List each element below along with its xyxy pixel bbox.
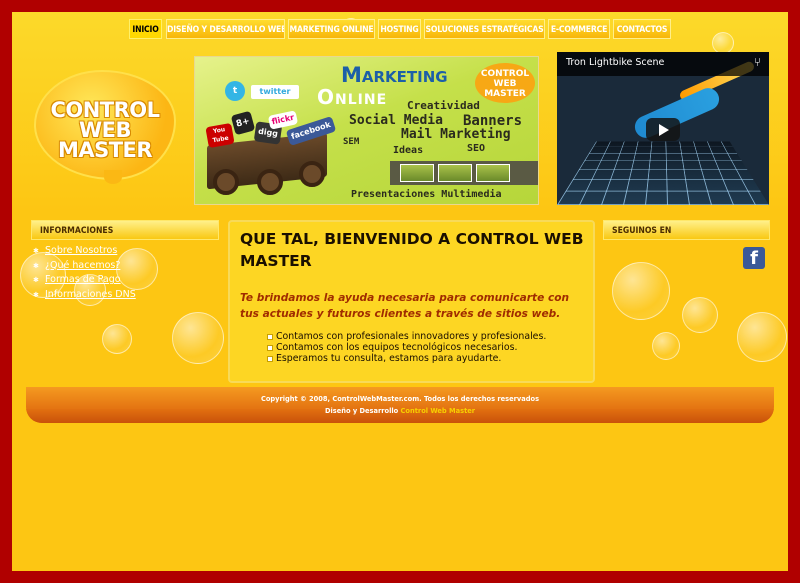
design-link[interactable]: Control Web Master [401, 406, 476, 415]
logo-text-line2: WEB [78, 118, 132, 142]
cart-wheel [299, 161, 325, 187]
list-item: Informaciones DNS [33, 288, 136, 303]
marketing-banner[interactable]: t twitter 8+ digg You Tube flickr facebo… [194, 56, 539, 205]
link-sobre-nosotros[interactable]: Sobre Nosotros [45, 245, 117, 256]
banner-thumbnail[interactable] [476, 164, 510, 182]
banner-word-ideas: Ideas [393, 145, 424, 156]
banner-thumbnail[interactable] [400, 164, 434, 182]
banner-word-creatividad: Creatividad [407, 99, 480, 112]
site-logo[interactable]: CONTROL WEB MASTER [34, 70, 176, 184]
banner-badge: CONTROL WEB MASTER [475, 63, 535, 103]
main-nav: INICIO DISEÑO Y DESARROLLO WEB MARKETING… [12, 19, 788, 39]
link-informaciones-dns[interactable]: Informaciones DNS [45, 289, 136, 300]
decorative-bubble [652, 332, 680, 360]
nav-item-diseno-desarrollo-web[interactable]: DISEÑO Y DESARROLLO WEB [166, 19, 285, 39]
design-label: Diseño y Desarrollo [324, 406, 399, 415]
youtube-icon: You Tube [205, 122, 235, 149]
nav-item-marketing-online[interactable]: MARKETING ONLINE [288, 19, 375, 39]
logo-text-line3: MASTER [57, 138, 153, 162]
page-footer: Copyright © 2008, ControlWebMaster.com. … [26, 387, 774, 423]
video-title-bar: Tron Lightbike Scene ⑂ [557, 52, 769, 76]
banner-word-presentaciones: Presentaciones Multimedia [351, 189, 502, 200]
banner-title-marketing: Marketing [341, 63, 448, 87]
seguinos-en-heading: SEGUINOS EN [603, 220, 770, 240]
decorative-bubble [682, 297, 718, 333]
decorative-bubble [102, 324, 132, 354]
banner-word-seo: SEO [467, 143, 486, 154]
decorative-bubble [737, 312, 787, 362]
welcome-heading: QUE TAL, BIENVENIDO A CONTROL WEB MASTER [240, 230, 584, 270]
copyright-text: Copyright © 2008, ControlWebMaster.com. … [260, 394, 540, 403]
banner-word-mail-marketing: Mail Marketing [401, 127, 511, 142]
logo-text-line1: CONTROL [50, 98, 160, 122]
decorative-bubble [172, 312, 224, 364]
list-item: Sobre Nosotros [33, 244, 136, 259]
footer-credits: Diseño y Desarrollo Control Web Master [26, 406, 774, 415]
nav-item-contactos[interactable]: CONTACTOS [613, 19, 671, 39]
link-formas-de-pago[interactable]: Formas de Pago [45, 274, 121, 285]
video-grid-floor [557, 141, 769, 205]
welcome-bullets: Contamos con profesionales innovadores y… [266, 331, 546, 364]
informaciones-links: Sobre Nosotros ¿Qué hacemos? Formas de P… [33, 244, 136, 302]
facebook-icon[interactable]: f [743, 247, 765, 269]
banner-word-sem: SEM [343, 137, 360, 147]
list-item: ¿Qué hacemos? [33, 259, 136, 274]
twitter-bird-icon: t [225, 81, 245, 101]
cart-wheel [257, 169, 283, 195]
video-player[interactable]: Tron Lightbike Scene ⑂ [557, 52, 769, 205]
video-title[interactable]: Tron Lightbike Scene [566, 52, 664, 74]
banner-thumbnail-strip[interactable] [390, 161, 538, 185]
list-item: Contamos con los equipos tecnológicos ne… [266, 342, 546, 353]
informaciones-heading: INFORMACIONES [31, 220, 219, 240]
link-que-hacemos[interactable]: ¿Qué hacemos? [45, 260, 120, 271]
list-item: Formas de Pago [33, 273, 136, 288]
cart-wheel [213, 169, 239, 195]
logo-drip [104, 170, 122, 184]
banner-word-social-media: Social Media [349, 113, 443, 128]
list-item: Esperamos tu consulta, estamos para ayud… [266, 353, 546, 364]
nav-item-e-commerce[interactable]: E-COMMERCE [548, 19, 610, 39]
banner-thumbnail[interactable] [438, 164, 472, 182]
welcome-box: QUE TAL, BIENVENIDO A CONTROL WEB MASTER… [228, 220, 595, 383]
nav-item-hosting[interactable]: HOSTING [378, 19, 421, 39]
googleplus-icon: 8+ [230, 110, 256, 136]
welcome-intro: Te brindamos la ayuda necesaria para com… [240, 292, 570, 320]
nav-item-inicio[interactable]: INICIO [129, 19, 162, 39]
share-icon[interactable]: ⑂ [754, 55, 761, 69]
play-button[interactable] [646, 118, 680, 141]
decorative-bubble [612, 262, 670, 320]
page: INICIO DISEÑO Y DESARROLLO WEB MARKETING… [12, 12, 788, 571]
list-item: Contamos con profesionales innovadores y… [266, 331, 546, 342]
flickr-icon: flickr [267, 110, 299, 130]
banner-title-online: Online [317, 85, 388, 109]
twitter-tag: twitter [251, 85, 299, 99]
nav-item-soluciones-estrategicas[interactable]: SOLUCIONES ESTRATÉGICAS [424, 19, 545, 39]
